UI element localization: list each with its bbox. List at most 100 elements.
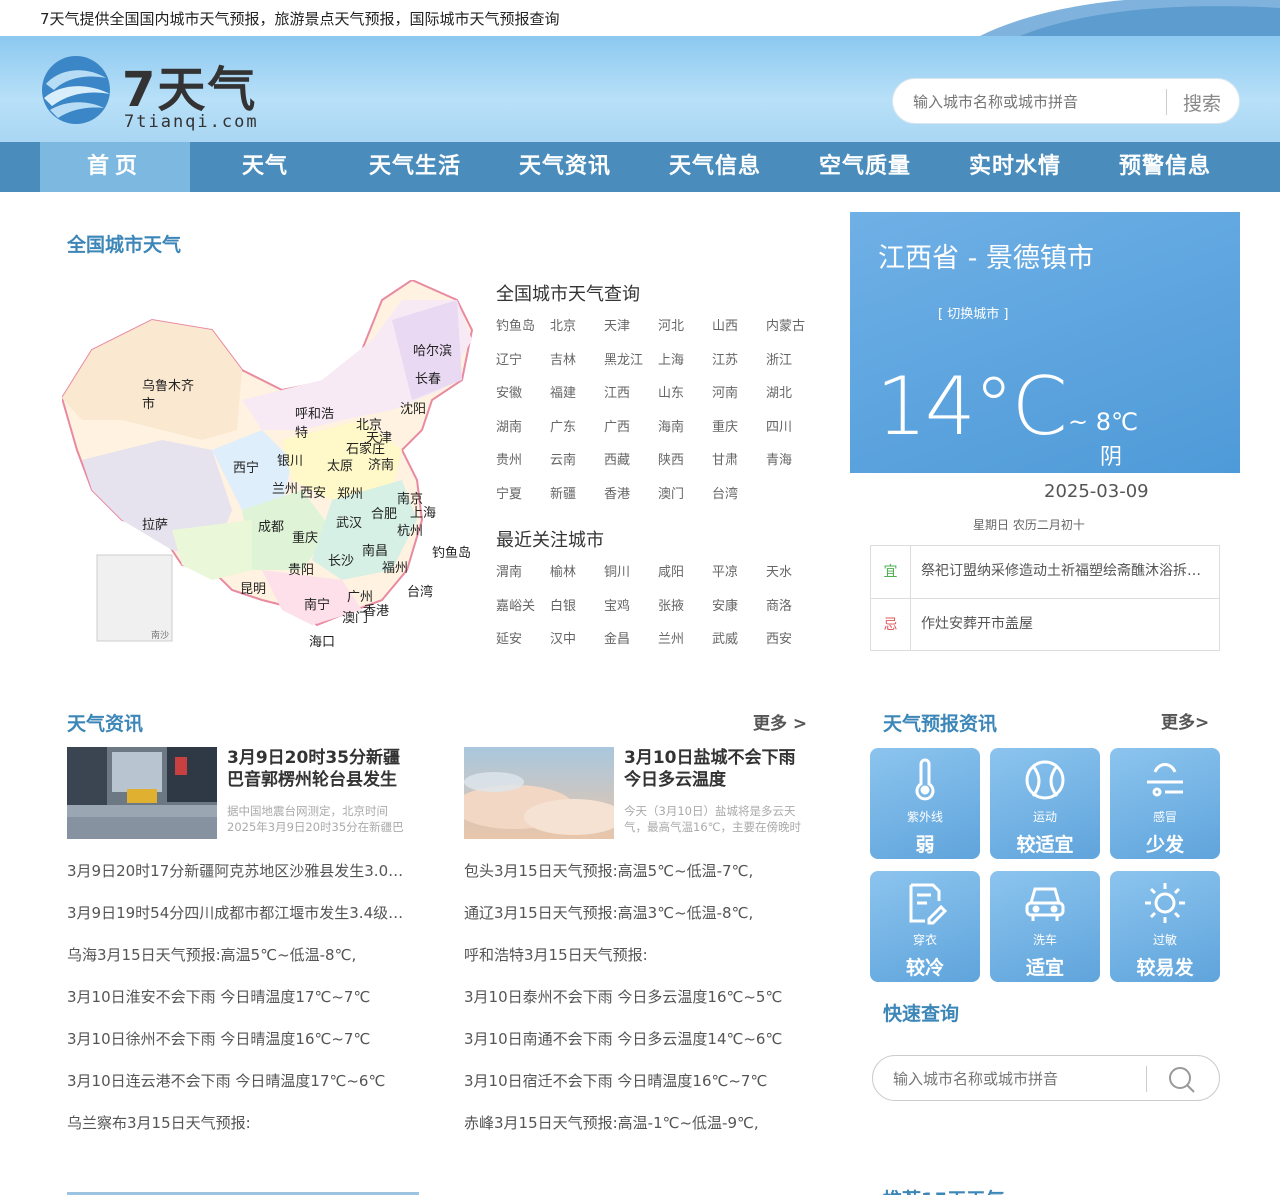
- index-tile-carwash[interactable]: 洗车 适宜: [990, 871, 1100, 982]
- nav-warnings[interactable]: 预警信息: [1090, 142, 1240, 192]
- province-link[interactable]: 浙江: [766, 351, 820, 385]
- map-city[interactable]: 长沙: [328, 550, 354, 569]
- site-logo[interactable]: 7天气 7tianqi.com: [40, 50, 270, 132]
- province-link[interactable]: 海南: [658, 418, 712, 452]
- map-city[interactable]: 台湾: [407, 581, 433, 600]
- news-item[interactable]: 呼和浩特3月15日天气预报:: [464, 944, 809, 986]
- map-city[interactable]: 贵阳: [288, 559, 314, 578]
- map-city[interactable]: 西安: [300, 482, 326, 501]
- map-city[interactable]: 昆明: [240, 578, 266, 597]
- province-link[interactable]: 江西: [604, 384, 658, 418]
- news-item[interactable]: 3月10日泰州不会下雨 今日多云温度16℃~5℃: [464, 986, 809, 1028]
- recent-city-link[interactable]: 平凉: [712, 563, 766, 597]
- map-city[interactable]: 哈尔滨: [413, 340, 452, 359]
- province-link[interactable]: 湖北: [766, 384, 820, 418]
- province-link[interactable]: 山西: [712, 317, 766, 351]
- map-city[interactable]: 上海: [410, 502, 436, 521]
- province-link[interactable]: 辽宁: [496, 351, 550, 385]
- province-link[interactable]: 福建: [550, 384, 604, 418]
- featured-news-1[interactable]: 3月9日20时35分新疆巴音郭楞州轮台县发生3.0级地震 据中国地震台网测定，北…: [67, 747, 412, 839]
- province-link[interactable]: 宁夏: [496, 485, 550, 519]
- china-map[interactable]: 乌鲁木齐市 哈尔滨 长春 沈阳 呼和浩特 北京 天津 石家庄 济南 银川 太原 …: [62, 280, 476, 654]
- recent-city-link[interactable]: 榆林: [550, 563, 604, 597]
- province-link[interactable]: 广西: [604, 418, 658, 452]
- news-item[interactable]: 3月10日宿迁不会下雨 今日晴温度16℃~7℃: [464, 1070, 809, 1112]
- recent-city-link[interactable]: 延安: [496, 630, 550, 664]
- index-tile-sport[interactable]: 运动 较适宜: [990, 748, 1100, 859]
- news-item[interactable]: 3月10日连云港不会下雨 今日晴温度17℃~6℃: [67, 1070, 412, 1112]
- recent-city-link[interactable]: 天水: [766, 563, 820, 597]
- index-tile-allergy[interactable]: 过敏 较易发: [1110, 871, 1220, 982]
- province-link[interactable]: 天津: [604, 317, 658, 351]
- map-city[interactable]: 呼和浩特: [295, 405, 340, 443]
- news-item[interactable]: 乌海3月15日天气预报:高温5℃~低温-8℃,: [67, 944, 412, 986]
- featured-news-title[interactable]: 3月10日盐城不会下雨 今日多云温度16℃~5℃: [624, 747, 809, 791]
- recent-city-link[interactable]: 商洛: [766, 597, 820, 631]
- quick-search-input[interactable]: [893, 1068, 1133, 1090]
- map-city[interactable]: 成都: [258, 516, 284, 535]
- recent-city-link[interactable]: 宝鸡: [604, 597, 658, 631]
- nav-air-quality[interactable]: 空气质量: [790, 142, 940, 192]
- news-item[interactable]: 3月10日淮安不会下雨 今日晴温度17℃~7℃: [67, 986, 412, 1028]
- province-link[interactable]: 内蒙古: [766, 317, 820, 351]
- province-link[interactable]: 吉林: [550, 351, 604, 385]
- map-city[interactable]: 长春: [415, 368, 441, 387]
- news-item[interactable]: 3月9日19时54分四川成都市都江堰市发生3.4级地震: [67, 902, 412, 944]
- province-link[interactable]: 山东: [658, 384, 712, 418]
- news-item[interactable]: 3月9日20时17分新疆阿克苏地区沙雅县发生3.0级地震: [67, 860, 412, 902]
- province-link[interactable]: 贵州: [496, 451, 550, 485]
- news-item[interactable]: 包头3月15日天气预报:高温5℃~低温-7℃,: [464, 860, 809, 902]
- recent-city-link[interactable]: 白银: [550, 597, 604, 631]
- featured-news-title[interactable]: 3月9日20时35分新疆巴音郭楞州轮台县发生3.0级地震: [227, 747, 412, 791]
- forecast-more-link[interactable]: 更多>: [1161, 708, 1209, 733]
- map-city[interactable]: 重庆: [292, 527, 318, 546]
- province-link[interactable]: 广东: [550, 418, 604, 452]
- featured-news-2[interactable]: 3月10日盐城不会下雨 今日多云温度16℃~5℃ 今天（3月10日）盐城将是多云…: [464, 747, 809, 839]
- map-city[interactable]: 济南: [368, 454, 394, 473]
- province-link[interactable]: 北京: [550, 317, 604, 351]
- news-item[interactable]: 通辽3月15日天气预报:高温3℃~低温-8℃,: [464, 902, 809, 944]
- switch-city-link[interactable]: [ 切换城市 ]: [938, 303, 1008, 322]
- map-city[interactable]: 乌鲁木齐市: [142, 378, 202, 414]
- search-icon[interactable]: [1167, 1065, 1195, 1093]
- index-tile-uv[interactable]: 紫外线 弱: [870, 748, 980, 859]
- news-item[interactable]: 3月10日南通不会下雨 今日多云温度14℃~6℃: [464, 1028, 809, 1070]
- header-search-button[interactable]: 搜索: [1183, 89, 1221, 116]
- nav-home[interactable]: 首页: [40, 142, 190, 192]
- province-link[interactable]: 安徽: [496, 384, 550, 418]
- map-city[interactable]: 杭州: [397, 520, 423, 539]
- recent-city-link[interactable]: 西安: [766, 630, 820, 664]
- map-city[interactable]: 合肥: [371, 503, 397, 522]
- province-link[interactable]: 甘肃: [712, 451, 766, 485]
- map-city[interactable]: 福州: [382, 557, 408, 576]
- news-item[interactable]: 3月10日徐州不会下雨 今日晴温度16℃~7℃: [67, 1028, 412, 1070]
- province-link[interactable]: 河南: [712, 384, 766, 418]
- recent-city-link[interactable]: 金昌: [604, 630, 658, 664]
- map-city[interactable]: 银川: [277, 450, 303, 469]
- recent-city-link[interactable]: 渭南: [496, 563, 550, 597]
- nav-water[interactable]: 实时水情: [940, 142, 1090, 192]
- nav-weather[interactable]: 天气: [190, 142, 340, 192]
- recent-city-link[interactable]: 张掖: [658, 597, 712, 631]
- province-link[interactable]: 陕西: [658, 451, 712, 485]
- map-city[interactable]: 香港: [363, 600, 389, 619]
- province-link[interactable]: 重庆: [712, 418, 766, 452]
- province-link[interactable]: 河北: [658, 317, 712, 351]
- province-link[interactable]: 四川: [766, 418, 820, 452]
- index-tile-cold[interactable]: 感冒 少发: [1110, 748, 1220, 859]
- nav-weather-news[interactable]: 天气资讯: [490, 142, 640, 192]
- map-city[interactable]: 太原: [327, 455, 353, 474]
- news-item[interactable]: 赤峰3月15日天气预报:高温-1℃~低温-9℃,: [464, 1112, 809, 1154]
- recent-city-link[interactable]: 武威: [712, 630, 766, 664]
- province-link[interactable]: 香港: [604, 485, 658, 519]
- map-city[interactable]: 沈阳: [400, 398, 426, 417]
- news-item[interactable]: 乌兰察布3月15日天气预报:: [67, 1112, 412, 1154]
- recent-city-link[interactable]: 嘉峪关: [496, 597, 550, 631]
- map-city[interactable]: 西宁: [233, 457, 259, 476]
- province-link[interactable]: 黑龙江: [604, 351, 658, 385]
- map-city[interactable]: 钓鱼岛: [432, 542, 471, 561]
- province-link[interactable]: 新疆: [550, 485, 604, 519]
- recent-city-link[interactable]: 咸阳: [658, 563, 712, 597]
- province-link[interactable]: 上海: [658, 351, 712, 385]
- map-city[interactable]: 海口: [309, 631, 335, 650]
